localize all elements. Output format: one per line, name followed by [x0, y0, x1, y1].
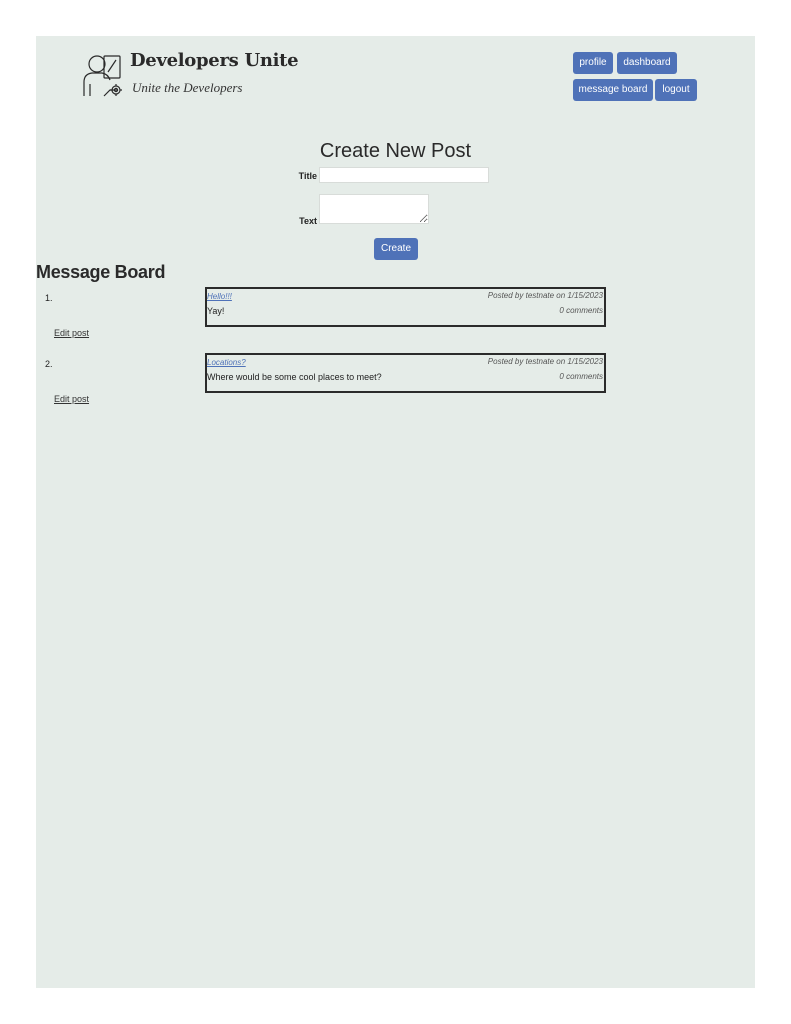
- post-meta: Posted by testnate on 1/15/2023: [487, 291, 603, 300]
- profile-button[interactable]: profile: [573, 52, 613, 74]
- post-card: Hello!!! Posted by testnate on 1/15/2023…: [205, 287, 606, 327]
- dashboard-button[interactable]: dashboard: [617, 52, 677, 74]
- create-button[interactable]: Create: [374, 238, 418, 260]
- post-number: 2.: [45, 359, 53, 369]
- post-body: Yay!: [207, 306, 225, 316]
- post-title-link[interactable]: Locations?: [207, 358, 246, 367]
- post-comment-count: 0 comments: [559, 372, 603, 381]
- post-comment-count: 0 comments: [559, 306, 603, 315]
- message-board-button[interactable]: message board: [573, 79, 653, 101]
- brand-tagline: Unite the Developers: [132, 80, 243, 95]
- brand-title: Developers Unite: [130, 50, 299, 71]
- post-meta: Posted by testnate on 1/15/2023: [487, 357, 603, 366]
- edit-post-link[interactable]: Edit post: [54, 394, 89, 404]
- create-post-heading: Create New Post: [319, 140, 472, 162]
- text-label: Text: [299, 216, 317, 226]
- title-label: Title: [298, 171, 317, 181]
- message-board-heading: Message Board: [36, 262, 166, 282]
- edit-post-link[interactable]: Edit post: [54, 328, 89, 338]
- brand-logo[interactable]: Developers Unite Unite the Developers: [80, 50, 299, 100]
- title-input[interactable]: [319, 167, 489, 183]
- page-container: Developers Unite Unite the Developers pr…: [36, 36, 755, 988]
- logout-button[interactable]: logout: [655, 79, 697, 101]
- post-body: Where would be some cool places to meet?: [207, 372, 382, 382]
- post-title-link[interactable]: Hello!!!: [207, 292, 232, 301]
- post-card: Locations? Posted by testnate on 1/15/20…: [205, 353, 606, 393]
- post-number: 1.: [45, 293, 53, 303]
- text-input[interactable]: [319, 194, 429, 224]
- developer-logo-icon: [83, 55, 122, 97]
